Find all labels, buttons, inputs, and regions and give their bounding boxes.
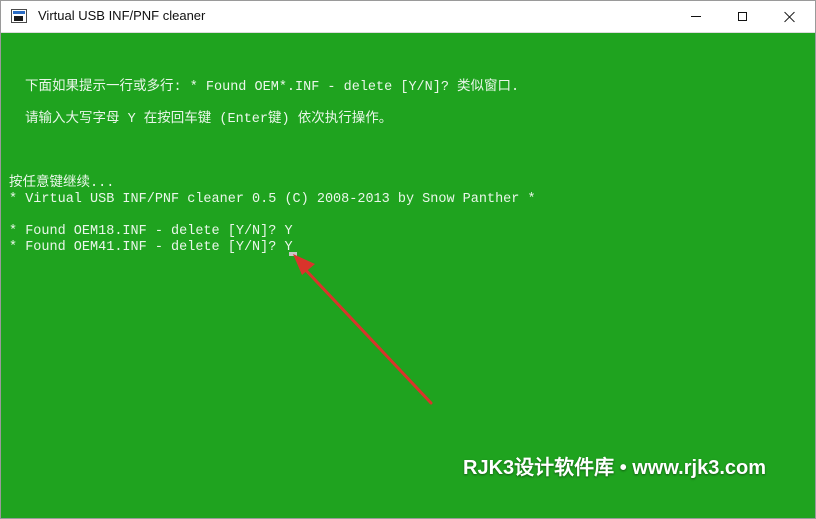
console-window: Virtual USB INF/PNF cleaner 下面如果提示一行或多行:…: [0, 0, 816, 519]
site-watermark: RJK3设计软件库 • www.rjk3.com: [463, 457, 766, 479]
text-cursor: [289, 252, 297, 256]
minimize-icon: [691, 16, 701, 17]
press-any-key-line: 按任意键继续...: [9, 176, 115, 191]
minimize-button[interactable]: [673, 1, 719, 32]
instruction-line-2: 请输入大写字母 Y 在按回车键 (Enter键) 依次执行操作。: [25, 112, 393, 127]
console-window-icon[interactable]: [11, 9, 27, 23]
found-oem18-line: * Found OEM18.INF - delete [Y/N]? Y: [9, 224, 293, 239]
maximize-icon: [737, 12, 747, 21]
close-button[interactable]: [767, 1, 813, 32]
title-bar[interactable]: Virtual USB INF/PNF cleaner: [1, 1, 815, 33]
window-title: Virtual USB INF/PNF cleaner: [38, 8, 206, 23]
console-output[interactable]: 下面如果提示一行或多行: * Found OEM*.INF - delete […: [1, 33, 815, 518]
found-oem41-line: * Found OEM41.INF - delete [Y/N]? Y: [9, 240, 293, 255]
red-arrow-annotation: [293, 254, 433, 405]
program-banner-line: * Virtual USB INF/PNF cleaner 0.5 (C) 20…: [9, 192, 536, 207]
arrow-shaft: [299, 263, 433, 405]
maximize-button[interactable]: [719, 1, 765, 32]
arrow-head: [293, 254, 315, 275]
instruction-line-1: 下面如果提示一行或多行: * Found OEM*.INF - delete […: [25, 80, 520, 95]
close-icon: [784, 11, 796, 23]
